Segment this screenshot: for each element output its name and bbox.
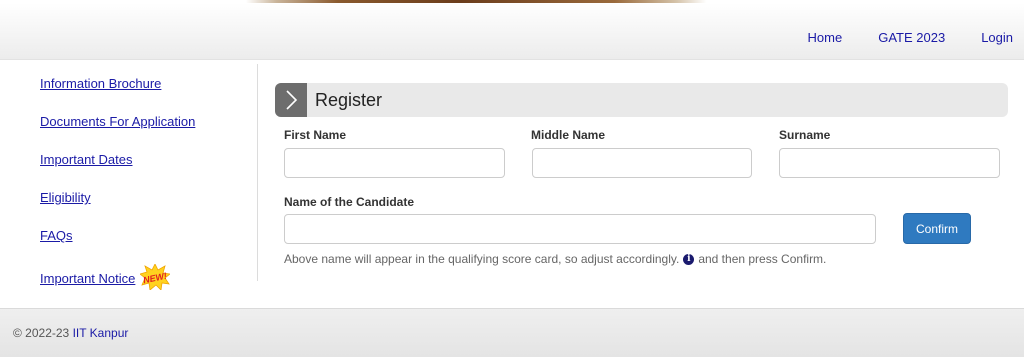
candidate-name-label: Name of the Candidate bbox=[284, 195, 415, 209]
name-note-text: Above name will appear in the qualifying… bbox=[284, 252, 680, 266]
footer-copyright: © 2022-23 IIT Kanpur bbox=[13, 326, 128, 340]
copyright-text: © 2022-23 bbox=[13, 326, 70, 340]
sidebar-item-information-brochure[interactable]: Information Brochure bbox=[40, 76, 161, 91]
sidebar-item-important-notice[interactable]: Important Notice bbox=[40, 271, 135, 286]
footer-org-link[interactable]: IIT Kanpur bbox=[73, 326, 129, 340]
sidebar-item-documents-for-application[interactable]: Documents For Application bbox=[40, 114, 195, 129]
sidebar-item-faqs[interactable]: FAQs bbox=[40, 228, 73, 243]
register-title: Register bbox=[315, 90, 383, 110]
new-badge-icon: NEW! bbox=[140, 264, 170, 290]
header: Home GATE 2023 Login bbox=[0, 3, 1024, 60]
name-note-text-end: and then press Confirm. bbox=[698, 252, 827, 266]
sidebar bbox=[0, 64, 258, 281]
surname-label: Surname bbox=[779, 128, 831, 142]
footer: © 2022-23 IIT Kanpur bbox=[0, 308, 1024, 357]
candidate-name-input[interactable] bbox=[284, 214, 876, 244]
chevron-right-icon bbox=[275, 83, 307, 117]
nav-gate-2023-link[interactable]: GATE 2023 bbox=[878, 30, 945, 45]
middle-name-label: Middle Name bbox=[531, 128, 606, 142]
first-name-input[interactable] bbox=[284, 148, 505, 178]
top-nav: Home GATE 2023 Login bbox=[772, 30, 1013, 45]
nav-login-link[interactable]: Login bbox=[981, 30, 1013, 45]
name-note: Above name will appear in the qualifying… bbox=[284, 252, 826, 266]
surname-input[interactable] bbox=[779, 148, 1000, 178]
nav-home-link[interactable]: Home bbox=[808, 30, 843, 45]
confirm-button[interactable]: Confirm bbox=[903, 213, 971, 244]
info-icon[interactable]: i bbox=[683, 253, 695, 265]
register-header-bar: Register bbox=[275, 83, 1008, 117]
sidebar-item-important-dates[interactable]: Important Dates bbox=[40, 152, 133, 167]
first-name-label: First Name bbox=[284, 128, 347, 142]
middle-name-input[interactable] bbox=[532, 148, 752, 178]
sidebar-item-eligibility[interactable]: Eligibility bbox=[40, 190, 91, 205]
